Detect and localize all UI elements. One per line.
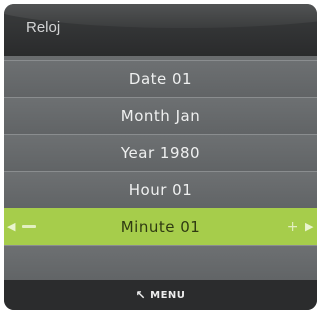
device-screen: Reloj Date 01 Month Jan Year 1980 Hour 0… [4,4,317,310]
screen-title: Reloj [26,19,61,36]
menu-item-label: Minute 01 [120,217,201,236]
plus-icon: + [286,218,300,235]
menu-item-label: Month Jan [120,107,201,125]
back-icon: ↖ [135,288,147,302]
menu-item-label: Hour 01 [128,181,193,199]
menu-empty-row [4,245,317,281]
menu-item-hour[interactable]: Hour 01 [4,171,317,208]
menu-item-date[interactable]: Date 01 [4,60,317,97]
decrement-control[interactable]: ◀ [7,208,36,245]
increment-control[interactable]: + ▶ [287,208,314,245]
right-arrow-icon: ▶ [305,220,314,233]
menu-item-year[interactable]: Year 1980 [4,134,317,171]
title-bar: Reloj [4,4,317,56]
footer-bar[interactable]: ↖ MENU [4,280,317,310]
left-arrow-icon: ◀ [7,220,16,233]
menu-item-label: Date 01 [128,70,193,88]
menu-button-label: MENU [150,289,186,301]
menu-item-minute[interactable]: ◀ Minute 01 + ▶ [4,208,317,245]
minus-icon [21,225,36,228]
menu-item-label: Year 1980 [120,144,201,162]
menu-item-month[interactable]: Month Jan [4,97,317,134]
